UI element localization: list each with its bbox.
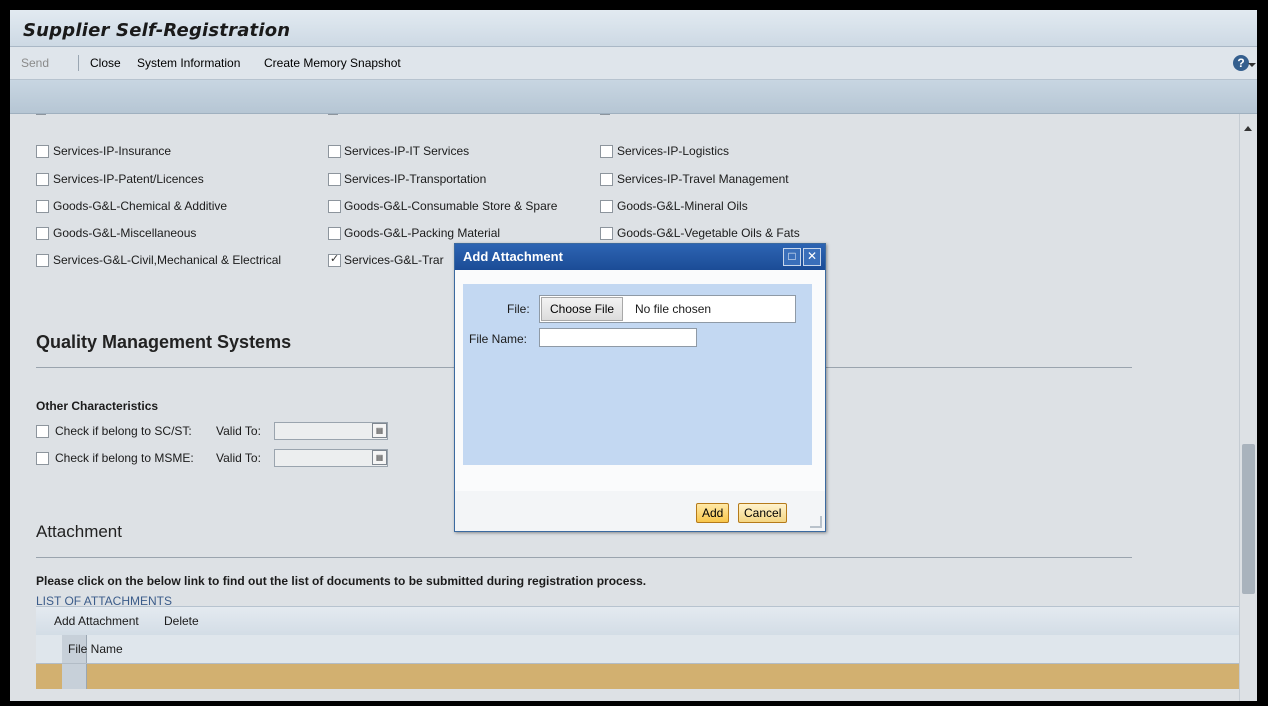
main-toolbar: Send Close System Information Create Mem…: [10, 47, 1257, 80]
scroll-up-icon[interactable]: [1244, 126, 1252, 131]
attachment-instruction: Please click on the below link to find o…: [36, 574, 647, 588]
cancel-button[interactable]: Cancel: [738, 503, 788, 523]
category-label: Goods-G&L-Packing Material: [344, 226, 501, 240]
msme-label: Check if belong to MSME:: [55, 451, 194, 465]
add-button[interactable]: Add: [696, 503, 730, 523]
category-label: Goods-G&L-Vegetable Oils & Fats: [617, 226, 800, 240]
sc-st-label: Check if belong to SC/ST:: [55, 424, 192, 438]
calendar-icon[interactable]: ▦: [372, 423, 387, 438]
category-checkbox[interactable]: [600, 145, 613, 158]
close-icon[interactable]: ✕: [803, 248, 821, 266]
category-checkbox[interactable]: [600, 200, 613, 213]
valid-to-label: Valid To:: [216, 424, 261, 438]
category-label: Goods-G&L-Miscellaneous: [53, 226, 197, 240]
category-checkbox[interactable]: [36, 173, 49, 186]
category-label: Services-IP-Insurance: [53, 144, 172, 158]
dialog-title: Add Attachment: [463, 249, 563, 264]
category-checkbox[interactable]: [600, 173, 613, 186]
section-heading-attachment: Attachment: [36, 522, 122, 541]
category-checkbox[interactable]: [328, 145, 341, 158]
close-button[interactable]: Close: [90, 56, 121, 70]
no-file-chosen-text: No file chosen: [635, 302, 712, 316]
category-checkbox[interactable]: [36, 227, 49, 240]
category-label: Services-IP-Logistics: [617, 144, 730, 158]
title-bar: Supplier Self-Registration: [10, 10, 1257, 47]
file-label: File:: [507, 302, 530, 316]
category-label: Services-IP-Travel Management: [617, 172, 789, 186]
delete-button[interactable]: Delete: [164, 614, 199, 628]
dialog-footer: Add Cancel: [455, 491, 825, 531]
other-characteristics-heading: Other Characteristics: [36, 399, 159, 413]
maximize-icon[interactable]: □: [783, 248, 801, 266]
section-heading-qms: Quality Management Systems: [36, 332, 292, 352]
window-title: Supplier Self-Registration: [23, 20, 291, 41]
app-window: Supplier Self-Registration Send Close Sy…: [10, 10, 1257, 701]
calendar-icon[interactable]: ▦: [372, 450, 387, 465]
category-label: Goods-G&L-Mineral Oils: [617, 199, 748, 213]
category-checkbox[interactable]: [328, 173, 341, 186]
clipped-checkbox: [600, 114, 610, 115]
header-band: [10, 80, 1257, 114]
category-label: Goods-G&L-Chemical & Additive: [53, 199, 228, 213]
system-information-button[interactable]: System Information: [137, 56, 240, 70]
category-checkbox[interactable]: [36, 200, 49, 213]
category-checkbox[interactable]: [328, 200, 341, 213]
send-button[interactable]: Send: [21, 56, 49, 70]
create-memory-snapshot-button[interactable]: Create Memory Snapshot: [264, 56, 401, 70]
category-checkbox[interactable]: [36, 254, 49, 267]
file-name-label: File Name:: [469, 332, 528, 346]
category-label: Goods-G&L-Consumable Store & Spare: [344, 199, 558, 213]
choose-file-button[interactable]: Choose File: [541, 297, 624, 321]
add-attachment-button[interactable]: Add Attachment: [54, 614, 139, 628]
sc-st-checkbox[interactable]: [36, 425, 49, 438]
category-checkbox[interactable]: [328, 227, 341, 240]
row-selector[interactable]: [62, 664, 87, 689]
help-icon[interactable]: ?: [1233, 55, 1249, 71]
category-label: Services-IP-IT Services: [344, 144, 470, 158]
file-input[interactable]: Choose File No file chosen: [539, 295, 796, 323]
sc-st-valid-to-input[interactable]: [274, 422, 388, 440]
msme-valid-to-input[interactable]: [274, 449, 388, 467]
divider: [36, 557, 1132, 558]
add-attachment-dialog: Add Attachment □ ✕ File: Choose File No …: [454, 243, 826, 532]
category-checkbox-checked[interactable]: [328, 252, 341, 267]
dialog-body: File: Choose File No file chosen File Na…: [463, 284, 812, 465]
scroll-thumb[interactable]: [1242, 444, 1255, 594]
category-checkbox[interactable]: [600, 227, 613, 240]
category-label: Services-G&L-Trar: [344, 253, 444, 267]
clipped-checkbox: [328, 114, 338, 115]
resize-handle[interactable]: [810, 516, 822, 528]
vertical-scrollbar[interactable]: [1239, 114, 1257, 701]
file-name-input[interactable]: [539, 328, 697, 347]
table-row[interactable]: [36, 664, 1242, 689]
dialog-title-bar: Add Attachment □ ✕: [455, 244, 825, 270]
category-checkbox[interactable]: [36, 145, 49, 158]
clipped-checkbox: [36, 114, 46, 115]
category-label: Services-IP-Transportation: [344, 172, 487, 186]
attachment-table-toolbar: Add Attachment Delete: [36, 606, 1242, 636]
msme-checkbox[interactable]: [36, 452, 49, 465]
chevron-down-icon[interactable]: [1248, 63, 1256, 67]
attachment-table-header: File Name: [36, 635, 1242, 664]
toolbar-separator: [78, 55, 79, 71]
valid-to-label: Valid To:: [216, 451, 261, 465]
category-label: Services-IP-Patent/Licences: [53, 172, 204, 186]
category-label: Services-G&L-Civil,Mechanical & Electric…: [53, 253, 282, 267]
column-header-file-name: File Name: [68, 642, 123, 656]
